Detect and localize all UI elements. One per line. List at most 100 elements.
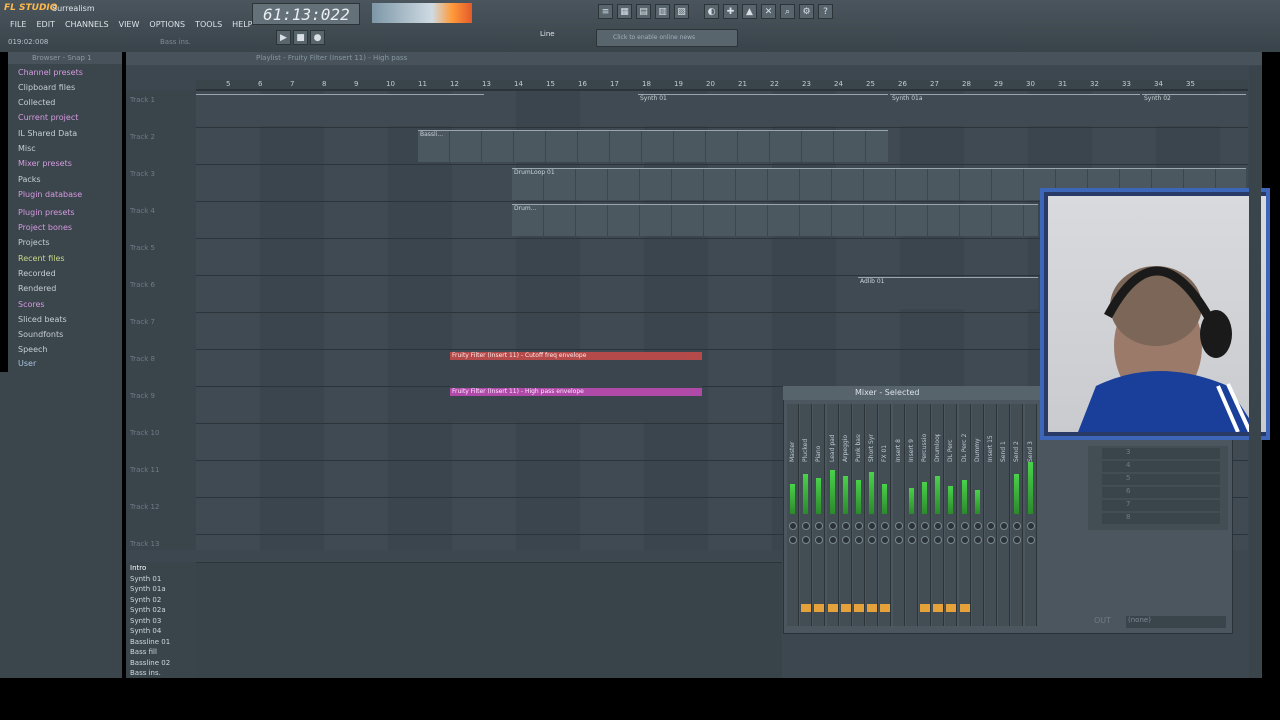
pattern-item[interactable]: Synth 03 (130, 617, 161, 625)
play-icon[interactable]: ▶ (276, 30, 291, 45)
volume-knob[interactable] (1026, 536, 1035, 544)
close-icon[interactable]: ✕ (761, 4, 776, 19)
track-label[interactable]: Track 5 (130, 244, 155, 252)
pattern-item[interactable]: Synth 01a (130, 585, 166, 593)
pattern-item[interactable]: Synth 04 (130, 627, 161, 635)
route-button[interactable] (827, 604, 838, 612)
volume-knob[interactable] (802, 536, 811, 544)
browser-icon[interactable]: ▧ (674, 4, 689, 19)
browser-item[interactable]: IL Shared Data (18, 129, 77, 138)
fx-slot[interactable]: 6 (1102, 487, 1220, 498)
pan-knob[interactable] (789, 522, 797, 530)
volume-knob[interactable] (855, 536, 863, 544)
record-icon[interactable]: ● (310, 30, 325, 45)
pan-knob[interactable] (802, 522, 811, 530)
volume-knob[interactable] (1000, 536, 1009, 544)
route-button[interactable] (959, 604, 970, 612)
pattern-item[interactable]: Synth 02 (130, 596, 161, 604)
mixer-channel[interactable]: DL Perc 2 (958, 404, 971, 626)
mixer-channel[interactable]: Insert 15 (985, 404, 997, 626)
mixer-channel[interactable]: Piano (813, 404, 826, 626)
timeline-ruler[interactable]: 5 6 7 8 9 10 11 12 13 14 15 16 17 18 19 20 21 22 23 24 25 26 2… (196, 80, 1248, 90)
track-label[interactable]: Track 1 (130, 96, 155, 104)
channel-rack-icon[interactable]: ▤ (636, 4, 651, 19)
volume-knob[interactable] (828, 536, 837, 544)
mixer-channel[interactable]: FX 01 (879, 404, 892, 626)
track-label[interactable]: Track 9 (130, 392, 155, 400)
volume-knob[interactable] (973, 536, 982, 544)
snap-select[interactable]: Line (540, 30, 555, 38)
mixer-icon[interactable]: ▥ (655, 4, 670, 19)
route-button[interactable] (920, 604, 930, 612)
track-label[interactable]: Track 6 (130, 281, 155, 289)
route-button[interactable] (854, 604, 864, 612)
pan-knob[interactable] (907, 522, 916, 530)
track-label[interactable]: Track 7 (130, 318, 155, 326)
browser-item[interactable]: Misc (18, 144, 36, 153)
pan-knob[interactable] (828, 522, 837, 530)
fx-slot[interactable]: 5 (1102, 474, 1220, 485)
pan-knob[interactable] (960, 522, 969, 530)
browser-item[interactable]: Recent files (18, 254, 65, 263)
track-label[interactable]: Track 8 (130, 355, 155, 363)
route-button[interactable] (880, 604, 891, 612)
piano-roll-icon[interactable]: ▦ (617, 4, 632, 19)
mixer-channel[interactable]: Arpeggio (839, 404, 852, 626)
menu-edit[interactable]: EDIT (36, 20, 54, 29)
fx-slot[interactable]: 3 (1102, 448, 1220, 459)
route-button[interactable] (933, 604, 944, 612)
pan-knob[interactable] (855, 522, 863, 530)
clip-drumloop-2[interactable]: Drum... (512, 204, 1038, 236)
volume-knob[interactable] (907, 536, 916, 544)
mixer-channel[interactable]: Plucked (800, 404, 813, 626)
song-time-display[interactable]: 61:13:022 (252, 3, 360, 25)
browser-item[interactable]: Mixer presets (18, 159, 72, 168)
mixer-channel[interactable]: Percussion (919, 404, 931, 626)
pan-knob[interactable] (881, 522, 890, 530)
track-label[interactable]: Track 4 (130, 207, 155, 215)
pattern-lane-area[interactable] (196, 562, 782, 678)
pan-knob[interactable] (1013, 522, 1022, 530)
track-label[interactable]: Track 10 (130, 429, 159, 437)
mixer-channel[interactable]: Send 3 (1024, 404, 1037, 626)
mixer-channel[interactable]: Short Synth (866, 404, 879, 626)
volume-knob[interactable] (894, 536, 903, 544)
clip-adlib[interactable]: Adlib 01 (858, 277, 1038, 309)
menu-tools[interactable]: TOOLS (195, 20, 222, 29)
fx-slot[interactable]: 7 (1102, 500, 1220, 511)
clip-bassline[interactable]: Bassli... (418, 130, 888, 162)
browser-item[interactable]: User (18, 359, 36, 368)
stop-icon[interactable]: ■ (293, 30, 308, 45)
mixer-channel[interactable]: Send 1 (998, 404, 1011, 626)
render-icon[interactable]: ▲ (742, 4, 757, 19)
track-label[interactable]: Track 12 (130, 503, 159, 511)
mixer-channel[interactable]: Insert 9 (905, 404, 918, 626)
volume-knob[interactable] (934, 536, 943, 544)
track-label[interactable]: Track 3 (130, 170, 155, 178)
pan-knob[interactable] (841, 522, 850, 530)
browser-item[interactable]: Speech (18, 345, 47, 354)
pan-knob[interactable] (921, 522, 929, 530)
fx-slot[interactable]: 8 (1102, 513, 1220, 524)
search-icon[interactable]: ⌕ (780, 4, 795, 19)
volume-knob[interactable] (921, 536, 929, 544)
pattern-item[interactable]: Synth 01 (130, 575, 161, 583)
browser-item[interactable]: Recorded (18, 269, 56, 278)
volume-knob[interactable] (881, 536, 890, 544)
track-label[interactable]: Track 2 (130, 133, 155, 141)
volume-knob[interactable] (789, 536, 797, 544)
help-icon[interactable]: ? (818, 4, 833, 19)
volume-knob[interactable] (841, 536, 850, 544)
route-button[interactable] (840, 604, 851, 612)
pan-knob[interactable] (973, 522, 982, 530)
track-label[interactable]: Track 13 (130, 540, 159, 548)
pattern-item[interactable]: Intro (130, 564, 146, 572)
browser-item[interactable]: Projects (18, 238, 50, 247)
clip-synth[interactable]: Synth 01 (638, 94, 888, 126)
menu-help[interactable]: HELP (232, 20, 252, 29)
browser-item[interactable]: Soundfonts (18, 330, 63, 339)
pan-knob[interactable] (987, 522, 995, 530)
pattern-item[interactable]: Bass ins. (130, 669, 161, 677)
browser-item[interactable]: Plugin presets (18, 208, 75, 217)
pan-knob[interactable] (868, 522, 877, 530)
